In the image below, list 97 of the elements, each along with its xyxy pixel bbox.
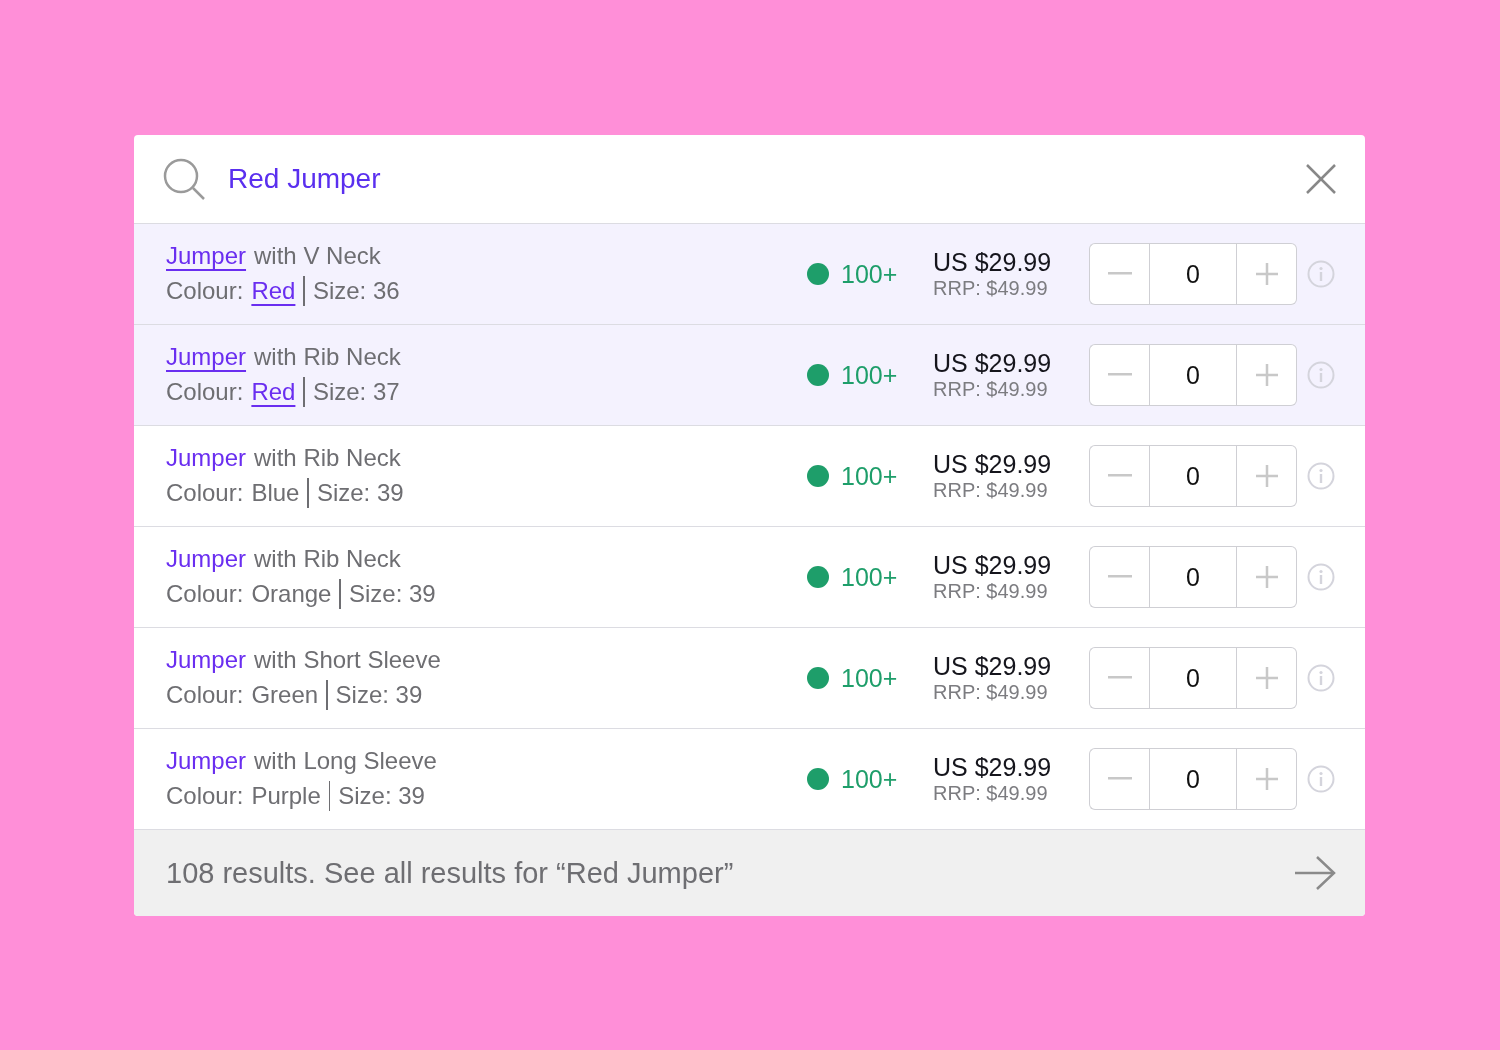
size-text: Size: 39 bbox=[335, 681, 423, 709]
decrease-button[interactable] bbox=[1089, 243, 1149, 305]
product-name: with Rib Neck bbox=[254, 444, 401, 472]
increase-button[interactable] bbox=[1237, 647, 1297, 709]
rrp-price: RRP: $49.99 bbox=[933, 378, 1048, 401]
product-name: with V Neck bbox=[254, 242, 381, 270]
result-row[interactable]: Jumper with Rib Neck Colour: Red Size: 37 100+ US $29.99 RRP: $49.99 0 bbox=[134, 324, 1365, 425]
plus-icon bbox=[1255, 667, 1278, 689]
quantity-field[interactable]: 0 bbox=[1149, 748, 1237, 810]
price: US $29.99 bbox=[933, 551, 1052, 580]
stock-count: 100+ bbox=[841, 764, 898, 794]
decrease-button[interactable] bbox=[1089, 344, 1149, 406]
rrp-price: RRP: $49.99 bbox=[933, 479, 1048, 502]
increase-button[interactable] bbox=[1237, 243, 1297, 305]
size-text: Size: 39 bbox=[348, 580, 436, 608]
decrease-button[interactable] bbox=[1089, 445, 1149, 507]
stock-count: 100+ bbox=[841, 360, 898, 390]
price: US $29.99 bbox=[933, 349, 1052, 378]
plus-icon bbox=[1255, 768, 1278, 790]
info-icon[interactable] bbox=[1307, 361, 1335, 389]
price: US $29.99 bbox=[933, 450, 1052, 479]
decrease-button[interactable] bbox=[1089, 546, 1149, 608]
stock-dot bbox=[807, 465, 829, 487]
info-icon[interactable] bbox=[1307, 260, 1335, 288]
stock-dot bbox=[807, 263, 829, 285]
minus-icon bbox=[1107, 474, 1132, 478]
colour-value: Blue bbox=[251, 479, 300, 507]
stock-count: 100+ bbox=[841, 259, 898, 289]
price: US $29.99 bbox=[933, 248, 1052, 277]
colour-label: Colour: bbox=[166, 580, 244, 608]
product-name-match: Jumper bbox=[166, 747, 247, 775]
colour-label: Colour: bbox=[166, 277, 244, 305]
price: US $29.99 bbox=[933, 753, 1052, 782]
product-name-match: Jumper bbox=[166, 545, 247, 573]
plus-icon bbox=[1255, 263, 1278, 285]
increase-button[interactable] bbox=[1237, 445, 1297, 507]
stock-dot bbox=[807, 566, 829, 588]
colour-value: Green bbox=[251, 681, 319, 709]
quantity-field[interactable]: 0 bbox=[1149, 344, 1237, 406]
colour-value: Orange bbox=[251, 580, 332, 608]
see-all-results-text: 108 results. See all results for “Red Jumper” bbox=[166, 856, 734, 890]
product-name-match: Jumper bbox=[166, 242, 247, 270]
product-name-match: Jumper bbox=[166, 343, 247, 371]
increase-button[interactable] bbox=[1237, 748, 1297, 810]
increase-button[interactable] bbox=[1237, 546, 1297, 608]
plus-icon bbox=[1255, 566, 1278, 588]
colour-value: Red bbox=[251, 277, 296, 305]
product-name: with Long Sleeve bbox=[254, 747, 437, 775]
plus-icon bbox=[1255, 364, 1278, 386]
rrp-price: RRP: $49.99 bbox=[933, 782, 1048, 805]
stock-count: 100+ bbox=[841, 663, 898, 693]
see-all-results-bar[interactable]: 108 results. See all results for “Red Jumper” bbox=[134, 829, 1365, 916]
product-name: with Rib Neck bbox=[254, 545, 401, 573]
minus-icon bbox=[1107, 676, 1132, 680]
quantity-field[interactable]: 0 bbox=[1149, 546, 1237, 608]
stock-count: 100+ bbox=[841, 562, 898, 592]
size-text: Size: 39 bbox=[316, 479, 404, 507]
increase-button[interactable] bbox=[1237, 344, 1297, 406]
plus-icon bbox=[1255, 465, 1278, 487]
info-icon[interactable] bbox=[1307, 664, 1335, 692]
product-name: with Short Sleeve bbox=[254, 646, 441, 674]
minus-icon bbox=[1107, 575, 1132, 579]
rrp-price: RRP: $49.99 bbox=[933, 580, 1048, 603]
rrp-price: RRP: $49.99 bbox=[933, 277, 1048, 300]
minus-icon bbox=[1107, 373, 1132, 377]
quantity-field[interactable]: 0 bbox=[1149, 243, 1237, 305]
result-row[interactable]: Jumper with V Neck Colour: Red Size: 36 100+ US $29.99 RRP: $49.99 0 bbox=[134, 223, 1365, 324]
minus-icon bbox=[1107, 272, 1132, 276]
product-name-match: Jumper bbox=[166, 646, 247, 674]
rrp-price: RRP: $49.99 bbox=[933, 681, 1048, 704]
colour-label: Colour: bbox=[166, 681, 244, 709]
size-text: Size: 37 bbox=[312, 378, 400, 406]
size-text: Size: 39 bbox=[338, 782, 425, 810]
quantity-field[interactable]: 0 bbox=[1149, 445, 1237, 507]
minus-icon bbox=[1107, 777, 1132, 781]
search-icon bbox=[162, 157, 206, 201]
colour-label: Colour: bbox=[166, 782, 244, 810]
colour-value: Purple bbox=[251, 782, 321, 810]
search-field[interactable]: Red Jumper bbox=[228, 163, 1283, 195]
quantity-field[interactable]: 0 bbox=[1149, 647, 1237, 709]
info-icon[interactable] bbox=[1307, 563, 1335, 591]
colour-label: Colour: bbox=[166, 479, 244, 507]
product-name-match: Jumper bbox=[166, 444, 247, 472]
price: US $29.99 bbox=[933, 652, 1052, 681]
colour-value: Red bbox=[251, 378, 296, 406]
colour-label: Colour: bbox=[166, 378, 244, 406]
stock-count: 100+ bbox=[841, 461, 898, 491]
product-name: with Rib Neck bbox=[254, 343, 401, 371]
decrease-button[interactable] bbox=[1089, 647, 1149, 709]
info-icon[interactable] bbox=[1307, 765, 1335, 793]
size-text: Size: 36 bbox=[312, 277, 400, 305]
close-icon[interactable] bbox=[1305, 163, 1337, 195]
decrease-button[interactable] bbox=[1089, 748, 1149, 810]
stock-dot bbox=[807, 364, 829, 386]
info-icon[interactable] bbox=[1307, 462, 1335, 490]
stock-dot bbox=[807, 667, 829, 689]
stock-dot bbox=[807, 768, 829, 790]
